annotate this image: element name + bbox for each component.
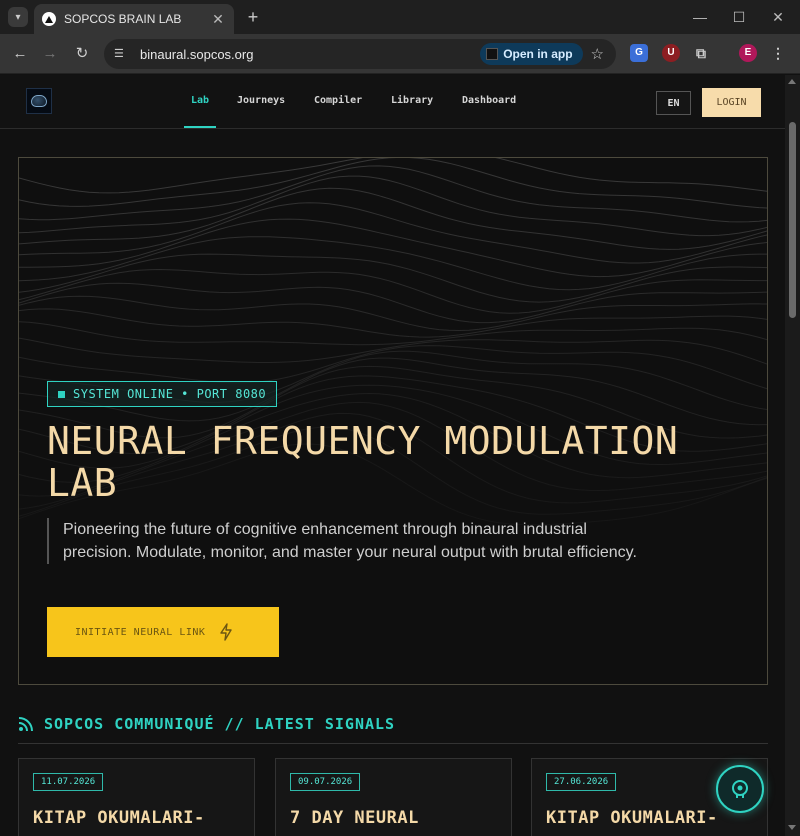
new-tab-button[interactable]: + bbox=[243, 7, 263, 27]
tab-search-button[interactable]: ▾ bbox=[8, 7, 28, 27]
browser-tabstrip: ▾ SOPCOS BRAIN LAB ✕ + — ☐ ✕ bbox=[0, 0, 800, 34]
open-in-app-button[interactable]: Open in app bbox=[480, 43, 583, 65]
active-nav-indicator bbox=[184, 126, 216, 128]
status-text: SYSTEM ONLINE • PORT 8080 bbox=[73, 387, 267, 401]
status-badge: SYSTEM ONLINE • PORT 8080 bbox=[47, 381, 278, 407]
lightning-bolt-icon bbox=[220, 623, 233, 641]
extensions-puzzle-icon[interactable]: ⧉ bbox=[692, 44, 710, 62]
browser-toolbar: ← → ↻ ☰ binaural.sopcos.org Open in app … bbox=[0, 34, 800, 74]
open-in-app-label: Open in app bbox=[503, 47, 573, 61]
nav-link-journeys[interactable]: Journeys bbox=[237, 95, 285, 106]
card-title: KITAP OKUMALARI- bbox=[33, 808, 205, 828]
reload-button[interactable]: ↻ bbox=[72, 44, 92, 64]
brain-logo-icon[interactable] bbox=[26, 88, 52, 114]
login-button[interactable]: LOGIN bbox=[702, 88, 761, 117]
ublock-extension-icon[interactable]: U bbox=[662, 44, 680, 62]
communique-title: SOPCOS COMMUNIQUÉ // LATEST SIGNALS bbox=[44, 715, 396, 733]
close-window-button[interactable]: ✕ bbox=[768, 8, 788, 26]
nav-link-lab[interactable]: Lab bbox=[191, 95, 209, 106]
forward-button[interactable]: → bbox=[40, 44, 60, 64]
news-card[interactable]: 11.07.2026 KITAP OKUMALARI- bbox=[18, 758, 255, 836]
section-divider bbox=[18, 743, 768, 744]
app-icon bbox=[486, 48, 499, 60]
brain-chat-icon bbox=[732, 780, 748, 798]
scroll-down-arrow-icon[interactable] bbox=[788, 825, 796, 830]
rss-icon bbox=[18, 717, 33, 732]
tab-close-icon[interactable]: ✕ bbox=[210, 11, 226, 28]
card-title: 7 DAY NEURAL bbox=[290, 808, 419, 828]
card-date: 09.07.2026 bbox=[290, 773, 361, 791]
cta-label: INITIATE NEURAL LINK bbox=[75, 626, 206, 638]
page-viewport: Lab Journeys Compiler Library Dashboard … bbox=[0, 75, 785, 836]
status-dot bbox=[58, 390, 65, 398]
tab-title: SOPCOS BRAIN LAB bbox=[64, 12, 182, 26]
news-card[interactable]: 09.07.2026 7 DAY NEURAL bbox=[275, 758, 512, 836]
browser-tab[interactable]: SOPCOS BRAIN LAB ✕ bbox=[34, 4, 234, 34]
site-header: Lab Journeys Compiler Library Dashboard … bbox=[0, 75, 785, 129]
nav-link-compiler[interactable]: Compiler bbox=[314, 95, 362, 106]
site-favicon-icon bbox=[42, 12, 56, 26]
url-text[interactable]: binaural.sopcos.org bbox=[140, 47, 480, 62]
browser-menu-icon[interactable]: ⋮ bbox=[769, 44, 787, 62]
address-bar[interactable]: ☰ binaural.sopcos.org Open in app ☆ bbox=[104, 39, 616, 69]
scroll-up-arrow-icon[interactable] bbox=[788, 79, 796, 84]
site-info-icon[interactable]: ☰ bbox=[114, 47, 128, 61]
language-button[interactable]: EN bbox=[656, 91, 691, 115]
maximize-button[interactable]: ☐ bbox=[729, 8, 749, 26]
scrollbar-thumb[interactable] bbox=[789, 122, 796, 318]
card-date: 27.06.2026 bbox=[546, 773, 617, 791]
profile-avatar[interactable]: E bbox=[739, 44, 757, 62]
hero-section: SYSTEM ONLINE • PORT 8080 NEURAL FREQUEN… bbox=[18, 157, 768, 685]
nav-link-library[interactable]: Library bbox=[391, 95, 433, 106]
card-date: 11.07.2026 bbox=[33, 773, 104, 791]
hero-title: NEURAL FREQUENCY MODULATION LAB bbox=[47, 419, 679, 505]
minimize-button[interactable]: — bbox=[690, 8, 710, 26]
assistant-brain-button[interactable] bbox=[716, 765, 764, 813]
translate-extension-icon[interactable]: G bbox=[630, 44, 648, 62]
bookmark-star-icon[interactable]: ☆ bbox=[591, 45, 604, 63]
back-button[interactable]: ← bbox=[10, 44, 30, 64]
hero-description: Pioneering the future of cognitive enhan… bbox=[47, 518, 647, 564]
initiate-neural-link-button[interactable]: INITIATE NEURAL LINK bbox=[47, 607, 279, 657]
nav-link-dashboard[interactable]: Dashboard bbox=[462, 95, 516, 106]
communique-header: SOPCOS COMMUNIQUÉ // LATEST SIGNALS bbox=[18, 715, 395, 733]
